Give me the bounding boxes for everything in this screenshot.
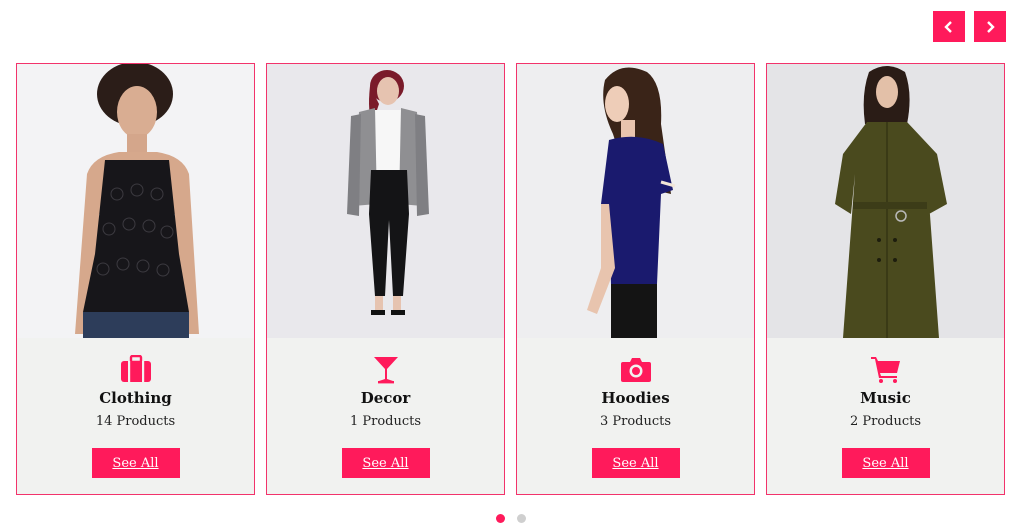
category-product-count: 2 Products	[849, 414, 922, 429]
category-product-count: 1 Products	[349, 414, 422, 429]
cocktail-glass-icon	[369, 354, 403, 384]
chevron-right-icon	[987, 20, 995, 33]
category-card-clothing[interactable]: Clothing 14 Products See All	[16, 63, 255, 495]
carousel-pagination	[496, 514, 526, 523]
category-image-music[interactable]	[767, 64, 1004, 338]
shopping-cart-icon	[869, 354, 903, 384]
category-product-count: 14 Products	[95, 414, 176, 429]
category-title: Clothing	[99, 389, 172, 407]
category-title: Hoodies	[601, 389, 670, 407]
camera-icon	[619, 354, 653, 384]
category-title: Music	[860, 389, 911, 407]
category-image-hoodies[interactable]	[517, 64, 754, 338]
pagination-dot-2[interactable]	[517, 514, 526, 523]
category-image-decor[interactable]	[267, 64, 504, 338]
carousel-prev-button[interactable]	[933, 11, 965, 42]
category-card-decor[interactable]: Decor 1 Products See All	[266, 63, 505, 495]
see-all-button[interactable]: See All	[341, 448, 430, 478]
see-all-button[interactable]: See All	[841, 448, 930, 478]
chevron-left-icon	[944, 20, 952, 33]
category-card-music[interactable]: Music 2 Products See All	[766, 63, 1005, 495]
carousel-next-button[interactable]	[974, 11, 1006, 42]
category-card-hoodies[interactable]: Hoodies 3 Products See All	[516, 63, 755, 495]
pagination-dot-1[interactable]	[496, 514, 505, 523]
see-all-button[interactable]: See All	[591, 448, 680, 478]
see-all-button[interactable]: See All	[91, 448, 180, 478]
briefcase-icon	[119, 354, 153, 384]
category-title: Decor	[360, 389, 411, 407]
category-image-clothing[interactable]	[17, 64, 254, 338]
category-product-count: 3 Products	[599, 414, 672, 429]
